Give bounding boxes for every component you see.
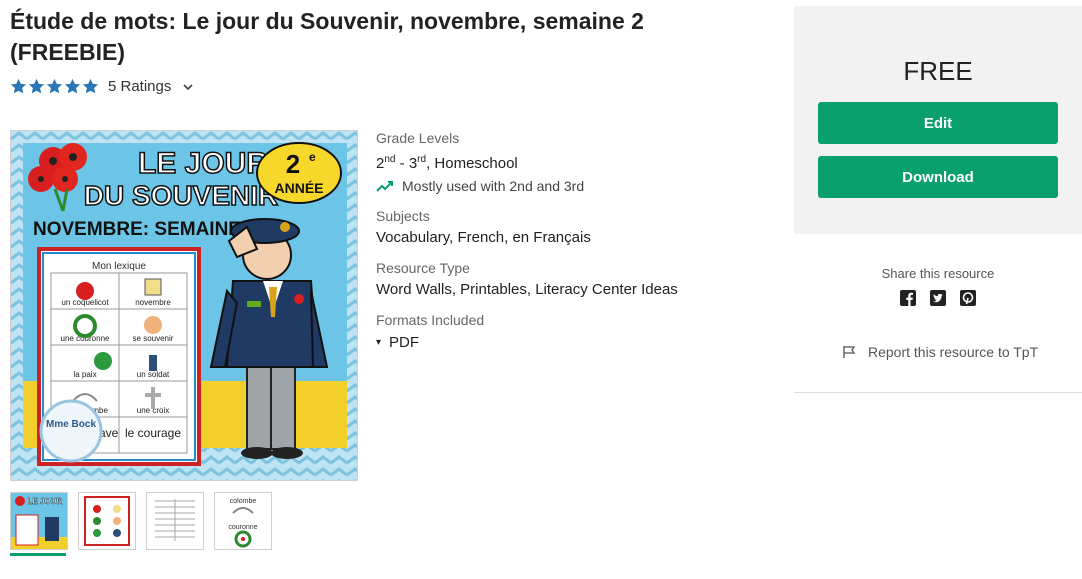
svg-text:colombe: colombe [230, 498, 257, 505]
facebook-icon[interactable] [900, 290, 916, 306]
star-icon [64, 78, 81, 94]
formats-label: Formats Included [376, 312, 485, 328]
lexique-word: novembre [135, 298, 171, 307]
active-thumb-indicator [10, 553, 66, 556]
share-section: Share this resource [794, 266, 1082, 306]
rating-summary[interactable]: 5 Ratings [10, 78, 195, 95]
thumb-cover[interactable]: LE JOUR [10, 492, 68, 550]
cover-image[interactable]: LE JOUR DU SOUVENIR 2 e ANNÉE NOVEMBRE: … [10, 130, 358, 481]
soldier-icon [149, 355, 157, 371]
report-text[interactable]: Report this resource to TpT [868, 344, 1038, 360]
calendar-icon [144, 278, 162, 296]
cover-grade-sup: e [309, 150, 316, 164]
resource-type-value[interactable]: Word Walls, Printables, Literacy Center … [376, 280, 776, 300]
resource-type-label: Resource Type [376, 260, 470, 276]
cover-line1: LE JOUR [138, 147, 268, 180]
peace-icon [94, 352, 112, 370]
star-icon [82, 78, 99, 94]
child-icon [144, 316, 162, 334]
svg-text:LE JOUR: LE JOUR [28, 497, 63, 506]
svg-text:couronne: couronne [228, 524, 257, 531]
chevron-down-icon[interactable] [181, 80, 195, 94]
product-title: Étude de mots: Le jour du Souvenir, nove… [10, 8, 644, 65]
cover-grade-word: ANNÉE [274, 180, 323, 196]
grade-trend: Mostly used with 2nd and 3rd [376, 178, 776, 194]
star-icon [28, 78, 45, 94]
pinterest-icon[interactable] [960, 290, 976, 306]
chevron-down-icon[interactable]: ▾ [376, 337, 381, 348]
subjects-value[interactable]: Vocabulary, French, en Français [376, 228, 776, 248]
lexique-word: la paix [73, 370, 96, 379]
rating-count[interactable]: 5 Ratings [108, 78, 171, 95]
twitter-icon[interactable] [930, 290, 946, 306]
grade-levels-label: Grade Levels [376, 130, 460, 146]
format-value[interactable]: PDF [389, 334, 419, 351]
edit-button[interactable]: Edit [818, 102, 1058, 144]
star-rating [10, 78, 100, 95]
cover-line2: DU SOUVENIR [84, 180, 278, 211]
lexique-title: Mon lexique [92, 261, 146, 272]
lexique-word: se souvenir [133, 334, 174, 343]
divider [794, 392, 1082, 393]
format-item[interactable]: ▾ PDF [376, 334, 776, 351]
thumb-worksheet[interactable] [146, 492, 204, 550]
lexique-word: le courage [125, 426, 181, 440]
download-button[interactable]: Download [818, 156, 1058, 198]
flag-icon [843, 346, 856, 358]
price: FREE [903, 56, 973, 86]
report-link[interactable]: Report this resource to TpT [842, 344, 1038, 360]
badge-text: Mme Bock [46, 419, 96, 430]
subjects-label: Subjects [376, 208, 430, 224]
thumb-wordwall[interactable]: colombe couronne [214, 492, 272, 550]
lexique-word: un soldat [137, 370, 170, 379]
star-icon [46, 78, 63, 94]
cover-illustration: LE JOUR DU SOUVENIR 2 e ANNÉE NOVEMBRE: … [11, 131, 357, 480]
thumbnail-strip: LE JOUR colombe couronne [10, 492, 282, 550]
cover-grade-num: 2 [286, 149, 300, 179]
cover-banner: NOVEMBRE: SEMAINE 2 [33, 219, 257, 240]
grade-levels-value: 2nd - 3rd, Homeschool [376, 154, 518, 172]
trending-up-icon [376, 181, 393, 192]
thumb-lexique[interactable] [78, 492, 136, 550]
purchase-panel: FREE Edit Download [794, 6, 1082, 234]
share-label: Share this resource [881, 266, 995, 281]
product-details: Grade Levels 2nd - 3rd, Homeschool Mostl… [376, 130, 776, 351]
star-icon [10, 78, 27, 94]
trend-text: Mostly used with 2nd and 3rd [402, 178, 585, 194]
poppy-icon [76, 282, 94, 300]
